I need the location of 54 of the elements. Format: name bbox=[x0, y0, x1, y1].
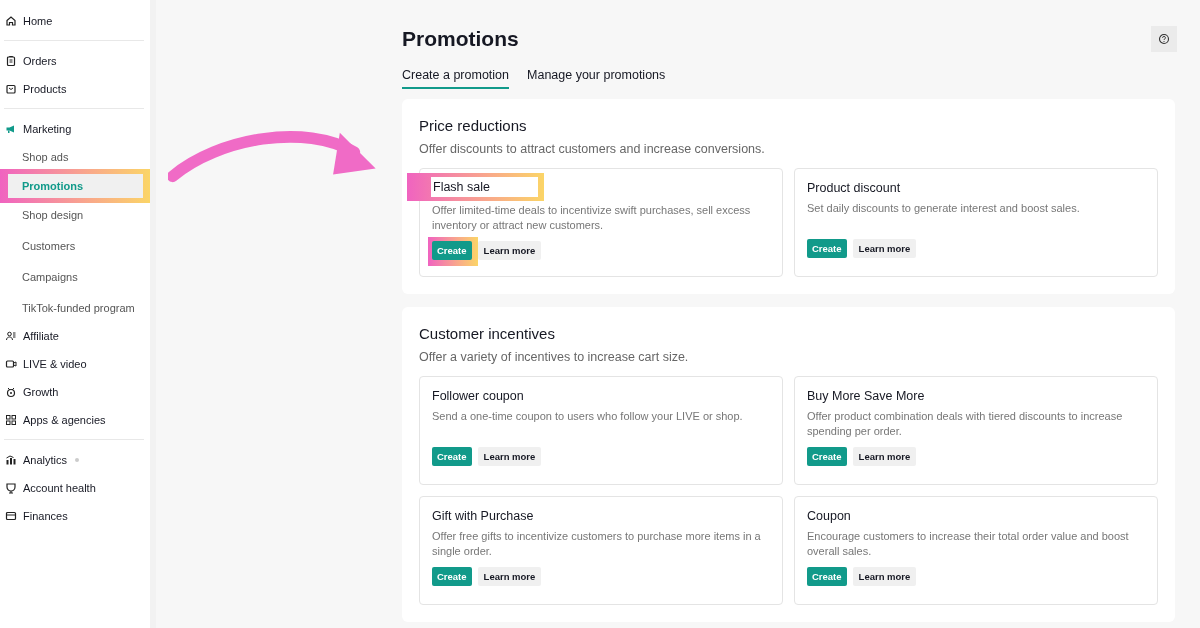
card-description: Set daily discounts to generate interest and boost sales. bbox=[807, 201, 1081, 216]
nav-label: Home bbox=[23, 15, 53, 27]
tab[interactable]: Manage your promotions bbox=[527, 68, 666, 89]
card-title: Buy More Save More bbox=[807, 389, 926, 403]
nav-item[interactable]: Apps & agencies bbox=[0, 406, 150, 434]
nav-subitem[interactable]: Shop ads bbox=[0, 143, 146, 171]
nav-label: Affiliate bbox=[23, 330, 59, 342]
card-description: Offer limited-time deals to incentivize swift purchases, sell excess inventory or attract new customers. bbox=[432, 203, 752, 233]
card-description: Send a one-time coupon to users who follow your LIVE or shop. bbox=[432, 409, 744, 424]
section-subtitle: Offer discounts to attract customers and increase conversions. bbox=[419, 142, 766, 156]
nav-subitem[interactable]: TikTok-funded program bbox=[0, 294, 146, 322]
nav-label: Products bbox=[23, 83, 67, 95]
learn-more-button[interactable]: Learn more bbox=[852, 447, 917, 466]
nav-item[interactable]: Products bbox=[0, 75, 150, 103]
page-title: Promotions bbox=[402, 27, 519, 51]
nav-subitem[interactable]: Campaigns bbox=[0, 263, 146, 291]
nav-item[interactable]: Marketing bbox=[0, 115, 150, 143]
card-title: Product discount bbox=[807, 181, 902, 195]
card-title: Coupon bbox=[807, 509, 852, 523]
nav-item[interactable]: Home bbox=[0, 7, 150, 35]
nav-label: Apps & agencies bbox=[23, 414, 106, 426]
learn-more-button[interactable]: Learn more bbox=[477, 241, 542, 260]
learn-more-button[interactable]: Learn more bbox=[477, 447, 542, 466]
card-description: Encourage customers to increase their total order value and boost overall sales. bbox=[807, 529, 1130, 559]
nav-label: Finances bbox=[23, 510, 68, 522]
nav-subitem[interactable]: Shop design bbox=[0, 201, 146, 229]
nav-item[interactable]: Account health bbox=[0, 474, 150, 502]
card-title: Gift with Purchase bbox=[432, 509, 535, 523]
nav-item[interactable]: Analytics bbox=[0, 446, 150, 474]
section-title: Customer incentives bbox=[419, 325, 556, 342]
learn-more-button[interactable]: Learn more bbox=[852, 567, 917, 586]
section-subtitle: Offer a variety of incentives to increase cart size. bbox=[419, 350, 690, 364]
card-description: Offer free gifts to incentivize customers to purchase more items in a single order. bbox=[432, 529, 762, 559]
tab[interactable]: Create a promotion bbox=[402, 68, 509, 89]
nav-label: Marketing bbox=[23, 123, 72, 135]
nav-item[interactable]: Affiliate bbox=[0, 322, 150, 350]
nav-item[interactable]: Orders bbox=[0, 47, 150, 75]
nav-label: LIVE & video bbox=[23, 358, 87, 370]
home-icon bbox=[5, 15, 17, 27]
nav-item[interactable]: LIVE & video bbox=[0, 350, 150, 378]
card-description: Offer product combination deals with tiered discounts to increase spending per order. bbox=[807, 409, 1124, 439]
nav-subitem[interactable]: Customers bbox=[0, 232, 146, 260]
card-title: Follower coupon bbox=[432, 389, 525, 403]
help-icon[interactable] bbox=[1151, 26, 1177, 52]
nav-label: Orders bbox=[23, 55, 57, 67]
learn-more-button[interactable]: Learn more bbox=[477, 567, 542, 586]
learn-more-button[interactable]: Learn more bbox=[852, 239, 917, 258]
section-title: Price reductions bbox=[419, 117, 528, 134]
nav-label: Account health bbox=[23, 482, 96, 494]
nav-label: Analytics bbox=[23, 454, 68, 466]
nav-item[interactable]: Growth bbox=[0, 378, 150, 406]
card-title: Flash sale bbox=[431, 177, 538, 197]
nav-item[interactable]: Finances bbox=[0, 502, 150, 530]
nav-label: Growth bbox=[23, 386, 59, 398]
